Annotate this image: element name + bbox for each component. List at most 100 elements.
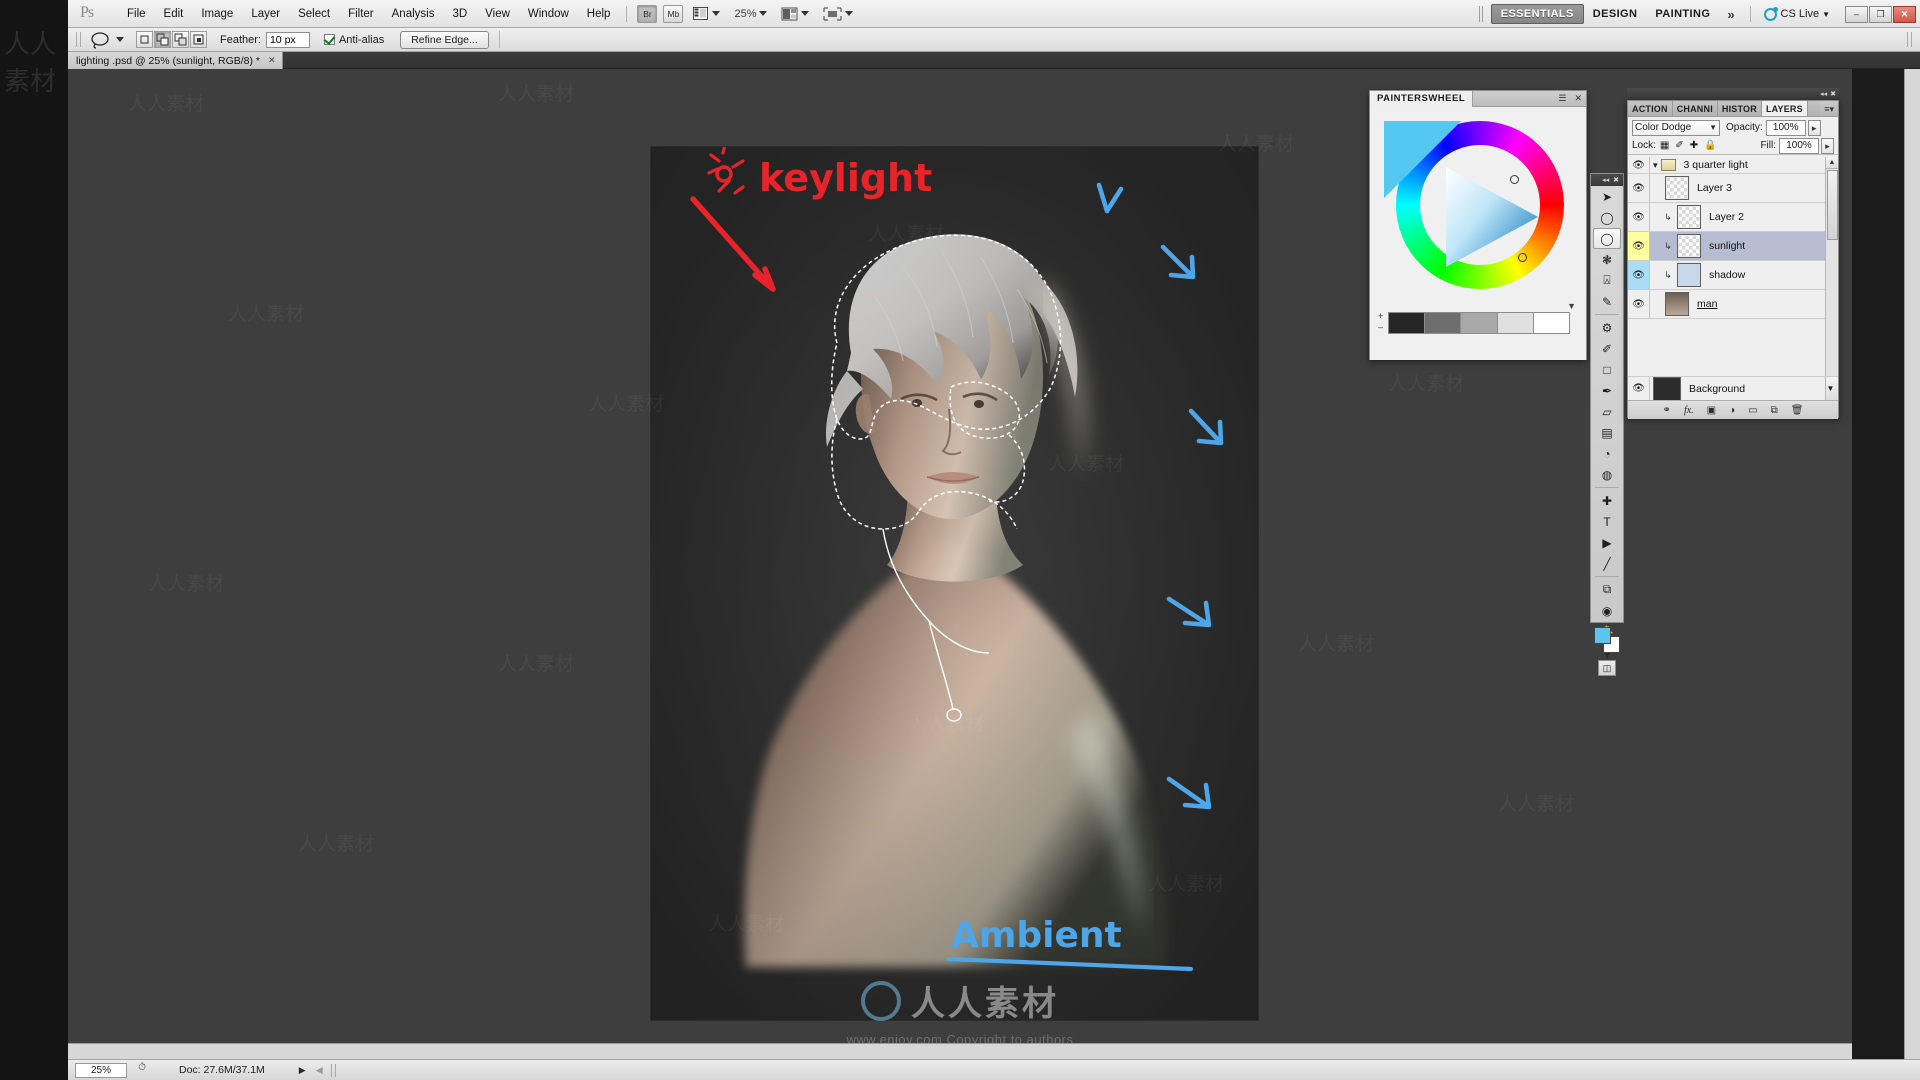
path-selection-tool[interactable]: ▶	[1591, 532, 1623, 553]
scrollbar-thumb[interactable]	[1827, 170, 1838, 240]
layer-name[interactable]: Layer 3	[1697, 182, 1732, 194]
timing-icon[interactable]: ⏱	[133, 1062, 151, 1078]
swatch-3[interactable]	[1497, 313, 1534, 333]
workspace-more-icon[interactable]: »	[1719, 7, 1742, 22]
anti-alias-checkbox[interactable]: Anti-alias	[323, 34, 384, 46]
tools-panel[interactable]: ◂◂ ✖ ➤ ◯ ◯ ❃ ⍓ ✎ ⚙ ✐ □ ✒ ▱ ▤ ◔ ◍ ✚ T ▶ ╱…	[1590, 173, 1624, 660]
layer-style-button[interactable]: fx.	[1684, 405, 1694, 416]
table-row[interactable]: 👁 man	[1628, 290, 1838, 319]
painterswheel-body[interactable]: + – ▼	[1370, 107, 1586, 360]
menu-analysis[interactable]: Analysis	[383, 0, 444, 28]
options-bar-grip[interactable]	[76, 32, 81, 47]
workspace-tab-painting[interactable]: PAINTING	[1646, 5, 1719, 23]
options-bar-grip-right[interactable]	[1907, 32, 1912, 47]
arrange-documents-icon[interactable]	[781, 7, 798, 21]
stamp-tool[interactable]: □	[1591, 359, 1623, 380]
3d-rotate-tool[interactable]: ⧉	[1591, 579, 1623, 600]
mini-bridge-button[interactable]: Mb	[663, 4, 684, 23]
view-extras-caret[interactable]	[712, 11, 721, 16]
fill-stepper[interactable]: ▸	[1821, 137, 1834, 154]
foreground-color-swatch[interactable]	[1594, 627, 1611, 644]
screen-mode-caret[interactable]	[845, 11, 854, 16]
layer-thumbnail[interactable]	[1665, 176, 1689, 200]
swatch-0[interactable]	[1389, 313, 1426, 333]
restore-button[interactable]: ❐	[1869, 5, 1892, 23]
arrange-caret[interactable]	[801, 11, 810, 16]
dodge-tool[interactable]: ◍	[1591, 464, 1623, 485]
layer-visibility-toggle[interactable]: 👁	[1628, 261, 1650, 289]
menu-image[interactable]: Image	[192, 0, 242, 28]
layer-visibility-toggle[interactable]: 👁	[1628, 174, 1650, 202]
layer-list[interactable]: 👁 ▾ 3 quarter light 👁 Layer 3 👁 ↳ Layer …	[1628, 157, 1838, 400]
layer-list-scrollbar[interactable]: ▲	[1825, 157, 1838, 400]
scroll-down-arrow[interactable]: ▼	[1825, 376, 1838, 401]
color-swatches[interactable]	[1594, 627, 1620, 653]
blend-mode-select[interactable]: Color Dodge ▼	[1632, 119, 1720, 136]
magic-wand-tool[interactable]: ❃	[1591, 249, 1623, 270]
layer-visibility-toggle[interactable]: 👁	[1628, 376, 1650, 401]
fill-value[interactable]: 100%	[1779, 137, 1819, 154]
close-icon[interactable]: ✕	[268, 55, 276, 66]
swatch-1[interactable]	[1425, 313, 1462, 333]
cs-live-button[interactable]: CS Live ▼	[1758, 6, 1836, 21]
canvas-vertical-scrollbar[interactable]	[1904, 69, 1920, 1059]
table-row[interactable]: 👁 Layer 3	[1628, 174, 1838, 203]
lock-position-icon[interactable]: ✚	[1690, 140, 1698, 151]
lock-all-icon[interactable]: 🔒	[1704, 140, 1716, 151]
anti-alias-box[interactable]	[323, 34, 335, 45]
lasso-tool-icon[interactable]	[89, 30, 113, 49]
tool-preset-caret[interactable]	[116, 37, 124, 42]
layer-visibility-toggle[interactable]: 👁	[1628, 232, 1650, 260]
scroll-up-arrow[interactable]: ▲	[1826, 157, 1838, 169]
menu-window[interactable]: Window	[519, 0, 578, 28]
feather-input[interactable]	[265, 31, 310, 48]
remove-swatch-button[interactable]: –	[1378, 322, 1383, 333]
eraser-tool[interactable]: ▱	[1591, 401, 1623, 422]
layer-name[interactable]: 3 quarter light	[1684, 159, 1748, 171]
history-brush-tool[interactable]: ✒	[1591, 380, 1623, 401]
lock-transparent-pixels-icon[interactable]: ▦	[1660, 140, 1669, 151]
type-tool[interactable]: T	[1591, 511, 1623, 532]
menu-select[interactable]: Select	[289, 0, 339, 28]
saturation-marker[interactable]	[1518, 253, 1527, 262]
chevron-down-icon[interactable]: ▾	[1653, 160, 1658, 171]
screen-mode-icon[interactable]	[823, 7, 842, 21]
brush-tool[interactable]: ✐	[1591, 338, 1623, 359]
workspace-tab-essentials[interactable]: ESSENTIALS	[1490, 4, 1584, 24]
document-canvas[interactable]: keylight Ambient	[651, 147, 1258, 1020]
link-layers-button[interactable]: ⚭	[1663, 405, 1671, 416]
opacity-stepper[interactable]: ▸	[1807, 119, 1821, 136]
gradient-tool[interactable]: ▤	[1591, 422, 1623, 443]
blur-tool[interactable]: ◔	[1591, 443, 1623, 464]
layer-group-row[interactable]: 👁 ▾ 3 quarter light	[1628, 157, 1838, 174]
close-button[interactable]: ✕	[1893, 5, 1916, 23]
layer-thumbnail[interactable]	[1677, 263, 1701, 287]
layer-name[interactable]: Background	[1689, 383, 1745, 395]
layer-thumbnail[interactable]	[1677, 205, 1701, 229]
status-zoom-field[interactable]: 25%	[75, 1062, 127, 1078]
menu-filter[interactable]: Filter	[339, 0, 383, 28]
layer-thumbnail[interactable]	[1677, 234, 1701, 258]
layer-thumbnail[interactable]	[1653, 376, 1681, 401]
new-layer-button[interactable]: ⧉	[1771, 405, 1778, 416]
intersect-with-selection-button[interactable]	[190, 31, 207, 48]
layer-mask-button[interactable]: ▣	[1707, 405, 1716, 416]
workspace-grip[interactable]	[1478, 6, 1483, 22]
expand-icon[interactable]: ✖	[1611, 176, 1621, 184]
close-icon[interactable]: ✕	[1570, 93, 1586, 104]
bridge-button[interactable]: Br	[637, 4, 658, 23]
elliptical-marquee-tool[interactable]: ◯	[1591, 207, 1623, 228]
menu-layer[interactable]: Layer	[242, 0, 289, 28]
hue-marker[interactable]	[1510, 175, 1519, 184]
menubar-zoom-caret[interactable]	[759, 11, 768, 16]
layer-visibility-toggle[interactable]: 👁	[1628, 157, 1650, 173]
color-wheel[interactable]	[1378, 115, 1578, 305]
shape-tool[interactable]: ╱	[1591, 553, 1623, 574]
table-row[interactable]: 👁 ↳ sunlight	[1628, 232, 1838, 261]
play-arrow-icon[interactable]: ▶	[299, 1065, 306, 1076]
add-to-selection-button[interactable]	[154, 31, 171, 48]
tab-layers[interactable]: LAYERS	[1761, 101, 1808, 116]
table-row[interactable]: 👁 ↳ shadow	[1628, 261, 1838, 290]
adjustment-layer-button[interactable]: ◑	[1729, 405, 1735, 416]
close-icon[interactable]: ✖	[1827, 90, 1836, 98]
